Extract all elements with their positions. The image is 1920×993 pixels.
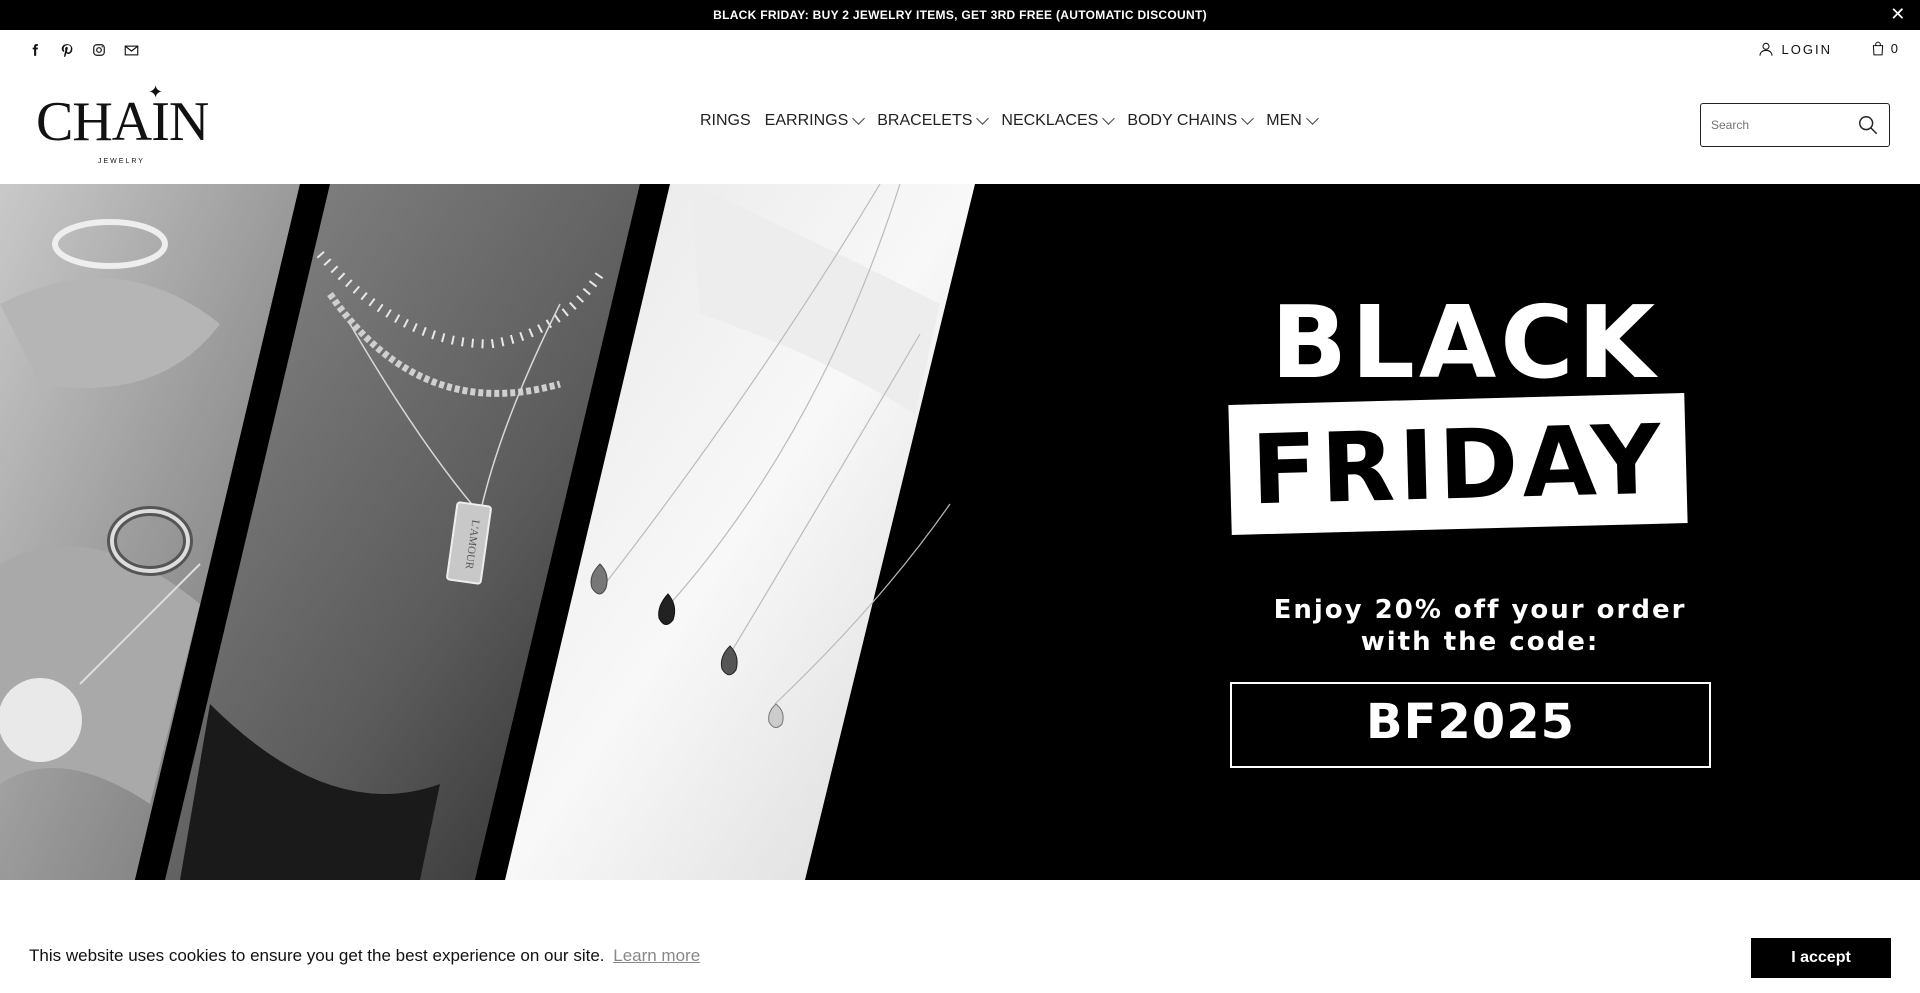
nav-label: BODY CHAINS (1127, 112, 1238, 129)
instagram-icon[interactable] (90, 41, 108, 59)
mail-icon[interactable] (122, 41, 140, 59)
accept-cookies-button[interactable]: I accept (1751, 938, 1891, 978)
promo-code-box: BF2025 (1230, 682, 1711, 768)
search-box (1700, 103, 1890, 147)
nav-item-men[interactable]: MEN (1266, 112, 1319, 130)
nav-item-rings[interactable]: RINGS (700, 112, 751, 130)
cookie-banner: This website uses cookies to ensure you … (0, 920, 1920, 993)
nav-item-earrings[interactable]: EARRINGS (764, 112, 866, 130)
hero-photo: L'AMOUR (0, 184, 975, 880)
nav-label: BRACELETS (877, 112, 973, 129)
sparkle-icon: ✦ (148, 82, 164, 102)
user-icon (1758, 42, 1773, 56)
utility-bar: LOGIN 0 (0, 30, 1920, 70)
hero-offer-text: Enjoy 20% off your order with the code: (1273, 595, 1687, 657)
login-label: LOGIN (1781, 41, 1832, 57)
nav-item-body-chains[interactable]: BODY CHAINS (1127, 112, 1255, 130)
close-icon[interactable]: ✕ (1888, 4, 1908, 24)
nav-label: RINGS (700, 112, 751, 129)
chevron-down-icon (976, 112, 990, 125)
nav-label: EARRINGS (764, 112, 849, 129)
login-link[interactable]: LOGIN (1758, 41, 1832, 57)
pinterest-icon[interactable] (58, 41, 76, 59)
logo[interactable]: CHAIN ✦ JEWELRY (36, 82, 209, 172)
chevron-down-icon (852, 112, 866, 125)
announcement-text: BLACK FRIDAY: BUY 2 JEWELRY ITEMS, GET 3… (713, 8, 1207, 22)
hero-banner[interactable]: L'AMOUR BLACK FRIDAY Enjoy 20% off your … (0, 184, 1920, 880)
bag-icon (1872, 41, 1883, 56)
nav-label: MEN (1266, 112, 1302, 129)
hero-title-line2: FRIDAY (1249, 403, 1667, 527)
facebook-icon[interactable] (26, 41, 44, 59)
nav-label: NECKLACES (1001, 112, 1099, 129)
nav-item-necklaces[interactable]: NECKLACES (1001, 112, 1116, 130)
cart-count: 0 (1890, 41, 1898, 56)
learn-more-link[interactable]: Learn more (613, 946, 700, 965)
cookie-message: This website uses cookies to ensure you … (29, 946, 605, 965)
search-input[interactable] (1711, 114, 1851, 136)
social-links (26, 41, 140, 59)
chevron-down-icon (1102, 112, 1116, 125)
nav-item-bracelets[interactable]: BRACELETS (877, 112, 990, 130)
search-icon[interactable] (1857, 114, 1879, 136)
cookie-message-row: This website uses cookies to ensure you … (29, 946, 700, 966)
chevron-down-icon (1241, 112, 1255, 125)
chevron-down-icon (1305, 112, 1319, 125)
announcement-bar: BLACK FRIDAY: BUY 2 JEWELRY ITEMS, GET 3… (0, 0, 1920, 30)
hero-title-box: FRIDAY (1228, 393, 1688, 535)
main-nav: RINGS EARRINGS BRACELETS NECKLACES BODY … (700, 112, 1319, 130)
logo-wordmark: CHAIN (36, 91, 209, 153)
hero-title-line1: BLACK (1270, 284, 1660, 401)
promo-code: BF2025 (1366, 694, 1575, 750)
hero-text: BLACK FRIDAY Enjoy 20% off your order wi… (1180, 184, 1780, 880)
logo-subtitle: JEWELRY (98, 158, 145, 165)
cart-link[interactable]: 0 (1871, 41, 1898, 56)
